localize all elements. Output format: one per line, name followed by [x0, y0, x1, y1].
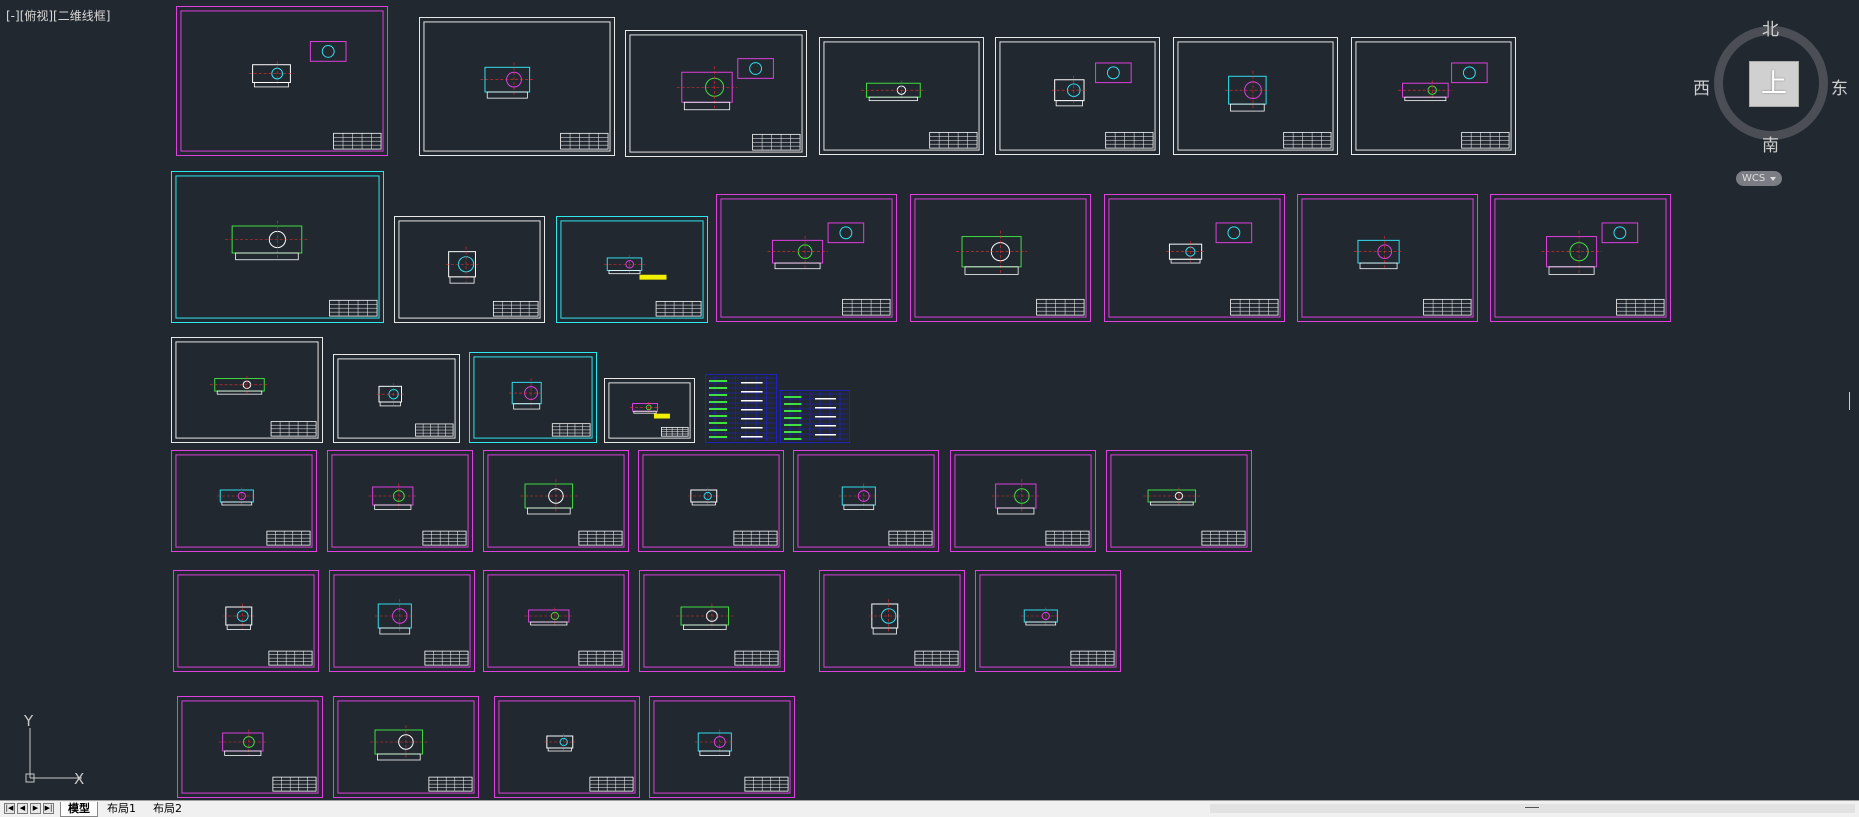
horizontal-scrollbar[interactable] — [1210, 804, 1855, 813]
drawing-sheet-graphics — [181, 700, 319, 794]
ucs-x-label: X — [74, 770, 84, 786]
drawing-sheet-graphics — [823, 41, 980, 151]
drawing-sheet-graphics — [705, 374, 777, 443]
drawing-sheet-38[interactable] — [649, 696, 795, 798]
drawing-sheet-27[interactable] — [950, 450, 1096, 552]
drawing-sheet-graphics — [337, 700, 475, 794]
horizontal-scroll-thumb[interactable] — [1525, 807, 1539, 808]
drawing-sheet-9[interactable] — [394, 216, 545, 323]
drawing-sheet-13[interactable] — [1104, 194, 1285, 322]
drawing-sheet-graphics — [333, 574, 471, 668]
drawing-sheet-graphics — [954, 454, 1092, 548]
drawing-sheet-graphics — [423, 21, 611, 152]
tab-layout1[interactable]: 布局1 — [100, 802, 143, 816]
ucs-y-label: Y — [23, 712, 34, 730]
wcs-menu-button[interactable]: WCS — [1736, 171, 1782, 186]
drawing-sheet-6[interactable] — [1173, 37, 1338, 155]
drawing-sheet-graphics — [1177, 41, 1334, 151]
ucs-icon: Y X — [12, 710, 92, 788]
drawing-sheet-22[interactable] — [171, 450, 317, 552]
drawing-sheet-graphics — [1494, 198, 1667, 318]
drawing-sheet-7[interactable] — [1351, 37, 1516, 155]
last-tab-button[interactable]: ▶| — [43, 803, 54, 814]
drawing-sheet-14[interactable] — [1297, 194, 1478, 322]
drawing-sheet-graphics — [398, 220, 541, 319]
next-tab-button[interactable]: ▶ — [30, 803, 41, 814]
drawing-sheet-8[interactable] — [171, 171, 384, 323]
drawing-sheet-23[interactable] — [327, 450, 473, 552]
drawing-sheet-25[interactable] — [638, 450, 784, 552]
drawing-sheet-graphics — [487, 454, 625, 548]
drawing-sheet-35[interactable] — [177, 696, 323, 798]
drawing-sheet-21[interactable] — [780, 390, 850, 443]
drawing-sheet-31[interactable] — [483, 570, 629, 672]
drawing-sheet-30[interactable] — [329, 570, 475, 672]
viewcube[interactable]: 上 北 南 西 东 — [1693, 15, 1850, 158]
drawing-sheet-28[interactable] — [1106, 450, 1252, 552]
drawing-sheet-32[interactable] — [639, 570, 785, 672]
compass-west[interactable]: 西 — [1693, 74, 1710, 99]
drawing-sheet-graphics — [608, 382, 691, 439]
drawing-sheet-2[interactable] — [419, 17, 615, 156]
previous-tab-button[interactable]: ◀ — [17, 803, 28, 814]
drawing-sheet-graphics — [914, 198, 1087, 318]
drawing-sheet-graphics — [560, 220, 704, 319]
drawing-sheet-11[interactable] — [716, 194, 897, 322]
drawing-sheet-graphics — [643, 574, 781, 668]
drawing-sheet-24[interactable] — [483, 450, 629, 552]
drawing-sheet-1[interactable] — [176, 6, 388, 156]
layout-tab-bar: |◀ ◀ ▶ ▶| 模型 布局1 布局2 — [0, 800, 1859, 817]
viewcube-top-face[interactable]: 上 — [1749, 61, 1799, 107]
drawing-sheet-18[interactable] — [469, 352, 597, 443]
drawing-sheet-33[interactable] — [819, 570, 965, 672]
first-tab-button[interactable]: |◀ — [4, 803, 15, 814]
model-space-canvas[interactable]: [-][俯视][二维线框] 上 北 南 西 东 WCS Y X — [0, 0, 1859, 800]
drawing-sheet-19[interactable] — [604, 378, 695, 443]
drawing-sheet-29[interactable] — [173, 570, 319, 672]
drawing-sheet-34[interactable] — [975, 570, 1121, 672]
drawing-sheet-20[interactable] — [705, 374, 777, 443]
drawing-sheet-graphics — [642, 454, 780, 548]
drawing-sheet-graphics — [823, 574, 961, 668]
drawing-sheet-graphics — [653, 700, 791, 794]
drawing-sheet-3[interactable] — [625, 30, 807, 157]
drawing-sheet-graphics — [487, 574, 625, 668]
drawing-sheet-graphics — [337, 358, 456, 439]
drawing-sheet-graphics — [780, 390, 850, 443]
viewport-controls-label[interactable]: [-][俯视][二维线框] — [6, 7, 110, 24]
drawing-sheet-4[interactable] — [819, 37, 984, 155]
drawing-sheet-26[interactable] — [793, 450, 939, 552]
drawing-sheet-graphics — [979, 574, 1117, 668]
tab-model[interactable]: 模型 — [60, 802, 98, 817]
drawing-sheet-graphics — [473, 356, 593, 439]
drawing-sheet-15[interactable] — [1490, 194, 1671, 322]
drawing-sheet-graphics — [999, 41, 1156, 151]
drawing-sheet-12[interactable] — [910, 194, 1091, 322]
drawing-sheet-37[interactable] — [494, 696, 640, 798]
drawing-sheet-graphics — [175, 341, 319, 439]
drawing-sheet-graphics — [180, 10, 384, 152]
drawing-sheet-graphics — [1110, 454, 1248, 548]
drawing-sheet-graphics — [498, 700, 636, 794]
compass-south[interactable]: 南 — [1762, 131, 1779, 156]
drawing-sheet-36[interactable] — [333, 696, 479, 798]
drawing-sheet-graphics — [1355, 41, 1512, 151]
vertical-scroll-indicator[interactable] — [1849, 392, 1850, 410]
drawing-sheet-graphics — [177, 574, 315, 668]
drawing-sheet-graphics — [175, 175, 380, 319]
drawing-sheet-graphics — [797, 454, 935, 548]
drawing-sheet-17[interactable] — [333, 354, 460, 443]
drawing-sheet-16[interactable] — [171, 337, 323, 443]
drawing-sheet-graphics — [1301, 198, 1474, 318]
drawing-sheet-graphics — [331, 454, 469, 548]
drawing-sheet-graphics — [175, 454, 313, 548]
drawing-sheet-5[interactable] — [995, 37, 1160, 155]
drawing-sheet-graphics — [720, 198, 893, 318]
drawing-sheet-graphics — [1108, 198, 1281, 318]
compass-east[interactable]: 东 — [1831, 74, 1848, 99]
drawing-sheet-graphics — [629, 34, 803, 153]
tab-layout2[interactable]: 布局2 — [146, 802, 189, 816]
drawing-sheet-10[interactable] — [556, 216, 708, 323]
compass-north[interactable]: 北 — [1762, 15, 1779, 40]
